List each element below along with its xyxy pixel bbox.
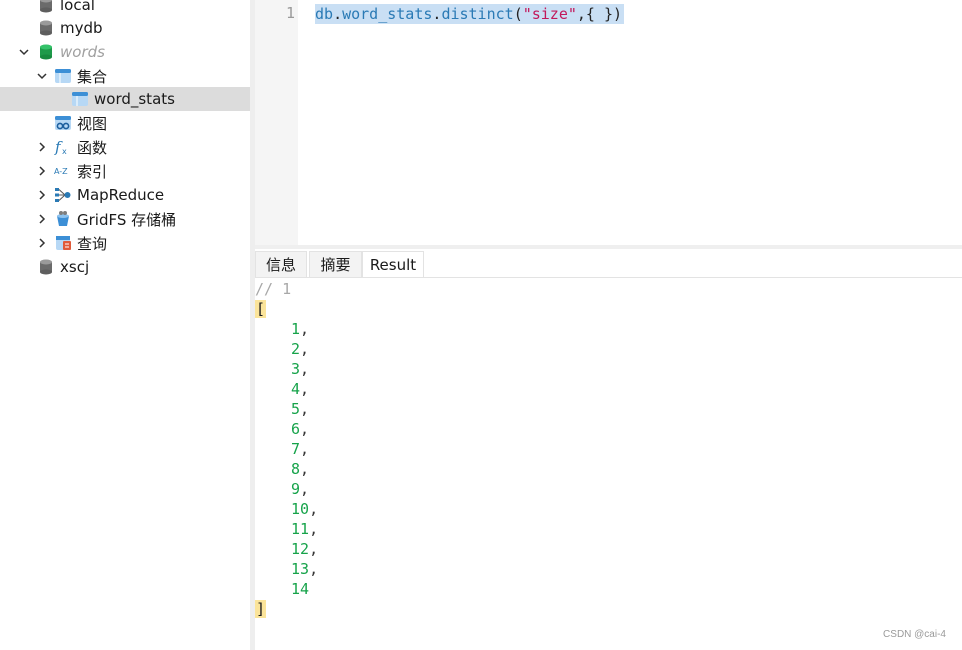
tree-item-label: 集合: [77, 67, 108, 86]
svg-text:x: x: [62, 147, 67, 156]
chevron-right-icon[interactable]: [36, 213, 48, 225]
result-value-line: 5,: [291, 400, 310, 418]
code-token-string: "size": [522, 5, 577, 23]
result-value-line: 7,: [291, 440, 310, 458]
code-token-paren: (: [513, 5, 523, 23]
tree-item-functions[interactable]: fx 函数: [0, 135, 250, 159]
result-value-line: 9,: [291, 480, 310, 498]
tree-item-xscj[interactable]: xscj: [0, 255, 250, 279]
tree-item-label: local: [60, 0, 95, 14]
result-number: 8: [291, 460, 301, 478]
collection-icon: [71, 90, 89, 108]
view-icon: [54, 114, 72, 132]
result-value-line: 10,: [291, 500, 319, 518]
result-value-line: 11,: [291, 520, 319, 538]
line-number: 1: [285, 4, 295, 22]
tree-item-label: xscj: [60, 258, 90, 276]
code-token-collection: word_stats: [342, 5, 433, 23]
tree-item-mydb[interactable]: mydb: [0, 16, 250, 40]
result-value-line: 4,: [291, 380, 310, 398]
chevron-right-icon[interactable]: [36, 165, 48, 177]
result-value-line: 14: [291, 579, 309, 599]
tab-info[interactable]: 信息: [255, 251, 307, 277]
result-value-line: 1,: [291, 320, 310, 338]
tree-item-label: words: [60, 43, 105, 61]
tree-item-words[interactable]: words: [0, 40, 250, 64]
tree-item-label: 查询: [77, 234, 108, 253]
result-number: 7: [291, 440, 301, 458]
result-number: 4: [291, 380, 301, 398]
tree-item-label: MapReduce: [77, 186, 165, 204]
tree-item-views[interactable]: 视图: [0, 111, 250, 135]
tree-item-collections[interactable]: 集合: [0, 64, 250, 88]
tree-item-label: word_stats: [94, 90, 175, 108]
query-editor[interactable]: 1 db.word_stats.distinct("size",{ }): [255, 0, 962, 245]
chevron-down-icon[interactable]: [36, 70, 48, 82]
result-value-line: 12,: [291, 540, 319, 558]
code-line[interactable]: db.word_stats.distinct("size",{ }): [315, 4, 625, 24]
result-number: 9: [291, 480, 301, 498]
code-token-method: distinct: [441, 5, 514, 23]
tab-result[interactable]: Result: [362, 251, 424, 277]
chevron-right-icon[interactable]: [36, 189, 48, 201]
tree-item-label: 索引: [77, 162, 108, 181]
result-open-bracket: [: [255, 299, 267, 319]
code-token-dot: .: [333, 5, 343, 23]
chevron-down-icon[interactable]: [18, 46, 30, 58]
result-comment: // 1: [255, 280, 292, 298]
bracket-close: ]: [255, 600, 267, 618]
tab-summary[interactable]: 摘要: [309, 251, 362, 277]
result-value-line: 2,: [291, 340, 310, 358]
tree-item-label: 视图: [77, 114, 108, 133]
chevron-right-icon[interactable]: [36, 237, 48, 249]
svg-text:A-Z: A-Z: [54, 167, 68, 176]
function-icon: fx: [54, 138, 72, 156]
result-number: 3: [291, 360, 301, 378]
tree-item-indexes[interactable]: A-Z 索引: [0, 159, 250, 183]
result-tabs: 信息 摘要 Result: [255, 249, 962, 278]
tree-item-gridfs[interactable]: GridFS 存储桶: [0, 207, 250, 231]
result-number: 10: [291, 500, 310, 518]
navigation-tree: local mydb words 集合 word_stats 视图 f x 函数…: [0, 0, 250, 650]
query-icon: [54, 234, 72, 252]
result-number: 14: [291, 580, 310, 598]
tree-item-label: mydb: [60, 19, 103, 37]
result-value-line: 3,: [291, 360, 310, 378]
result-number: 11: [291, 520, 310, 538]
tree-item-label: 函数: [77, 138, 108, 157]
mapreduce-icon: [54, 186, 72, 204]
result-number: 13: [291, 560, 310, 578]
watermark: CSDN @cai-4: [883, 629, 946, 640]
result-panel: // 1 [ 1, 2, 3, 4, 5, 6, 7, 8, 9, 10, 11…: [255, 278, 962, 650]
database-icon: [37, 258, 55, 276]
result-number: 12: [291, 540, 310, 558]
tree-item-mapreduce[interactable]: MapReduce: [0, 183, 250, 207]
result-number: 2: [291, 340, 301, 358]
code-token-db: db: [315, 5, 334, 23]
code-token-rest: ,{ }): [576, 5, 623, 23]
tree-item-local[interactable]: local: [0, 0, 250, 17]
result-value-line: 6,: [291, 420, 310, 438]
tree-item-queries[interactable]: 查询: [0, 231, 250, 255]
database-icon: [37, 0, 55, 14]
database-icon: [37, 19, 55, 37]
result-value-line: 8,: [291, 460, 310, 478]
bracket-open: [: [255, 300, 267, 318]
tree-item-word-stats[interactable]: word_stats: [0, 87, 250, 111]
result-number: 1: [291, 320, 301, 338]
tree-item-label: GridFS 存储桶: [77, 210, 177, 229]
result-close-bracket: ]: [255, 599, 267, 619]
gridfs-bucket-icon: [54, 210, 72, 228]
chevron-right-icon[interactable]: [36, 141, 48, 153]
result-value-line: 13,: [291, 560, 319, 578]
result-number: 6: [291, 420, 301, 438]
collection-icon: [54, 67, 72, 85]
index-icon: A-Z: [54, 162, 72, 180]
database-icon: [37, 43, 55, 61]
line-gutter: 1: [255, 0, 298, 245]
result-number: 5: [291, 400, 301, 418]
